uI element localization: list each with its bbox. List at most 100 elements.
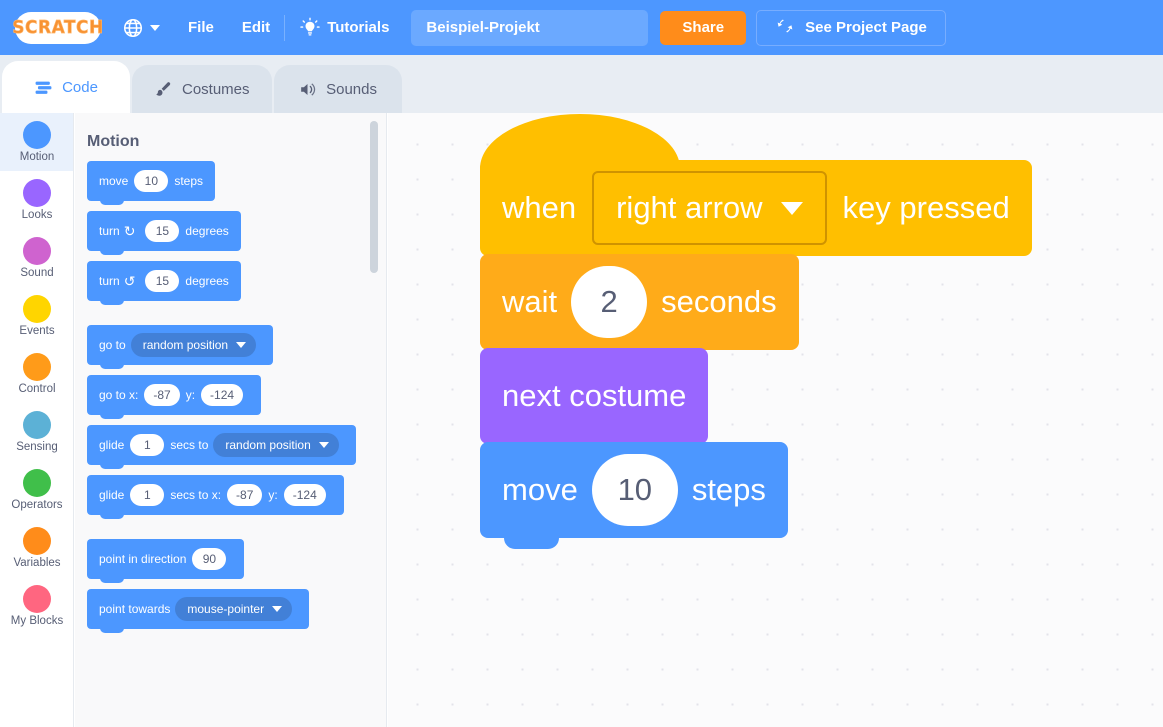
- dropdown-input[interactable]: random position: [130, 333, 257, 357]
- tab-code[interactable]: Code: [2, 61, 130, 113]
- category-item-looks[interactable]: Looks: [0, 171, 73, 229]
- number-input[interactable]: 15: [145, 220, 180, 242]
- key-dropdown[interactable]: right arrow: [592, 171, 827, 245]
- point-in-direction-block[interactable]: point in direction 90: [87, 539, 245, 583]
- palette-block-list: move 10 steps turn ↻ 15 degrees turn ↺ 15 degrees g…: [75, 161, 386, 639]
- when-suffix-label: key pressed: [842, 190, 1010, 225]
- number-input[interactable]: -124: [201, 384, 244, 406]
- tab-code-label: Code: [62, 78, 98, 96]
- category-item-motion[interactable]: Motion: [0, 113, 73, 171]
- rotate-icon: [775, 16, 795, 40]
- category-color-icon: [23, 468, 51, 497]
- move-steps-block[interactable]: move 10 steps: [87, 161, 216, 205]
- point-towards-block[interactable]: point towards mouse-pointer: [87, 589, 310, 633]
- block-palette[interactable]: Motion move 10 steps turn ↻ 15 degrees turn ↺ 15 d…: [75, 113, 387, 727]
- code-canvas[interactable]: when right arrow key pressed wait 2 seco…: [388, 113, 1163, 727]
- go-to-block[interactable]: go to random position: [87, 325, 274, 369]
- category-label: Sensing: [16, 440, 58, 453]
- category-item-sensing[interactable]: Sensing: [0, 403, 73, 461]
- chevron-down-icon: [150, 24, 160, 31]
- block-label: turn: [99, 224, 120, 238]
- code-blocks-icon: [34, 78, 53, 97]
- glide-to-block[interactable]: glide 1 secs to random position: [87, 425, 356, 469]
- file-menu[interactable]: File: [174, 0, 228, 55]
- tab-sounds-label: Sounds: [326, 80, 377, 98]
- category-color-icon: [23, 584, 51, 613]
- when-key-pressed-body: when right arrow key pressed: [480, 160, 1032, 267]
- tab-costumes-label: Costumes: [182, 80, 250, 98]
- turn-right-block[interactable]: turn ↻ 15 degrees: [87, 211, 241, 255]
- category-item-operators[interactable]: Operators: [0, 461, 73, 519]
- move-prefix-label: move: [502, 472, 578, 507]
- dropdown-input[interactable]: random position: [213, 433, 339, 457]
- number-input[interactable]: 90: [192, 548, 227, 570]
- category-color-icon: [23, 236, 51, 265]
- category-item-control[interactable]: Control: [0, 345, 73, 403]
- block-label: point in direction: [99, 552, 187, 566]
- wait-value-input[interactable]: 2: [571, 266, 648, 338]
- dropdown-input[interactable]: mouse-pointer: [175, 597, 293, 621]
- language-menu[interactable]: [108, 0, 174, 55]
- palette-scrollbar[interactable]: [370, 121, 378, 719]
- script-stack[interactable]: when right arrow key pressed wait 2 seco…: [480, 114, 1032, 549]
- next-costume-block[interactable]: next costume: [480, 348, 1032, 455]
- number-input[interactable]: -87: [227, 484, 263, 506]
- number-input[interactable]: -87: [144, 384, 180, 406]
- wait-prefix-label: wait: [502, 284, 558, 319]
- chevron-down-icon: [272, 606, 283, 612]
- number-input[interactable]: 15: [145, 270, 180, 292]
- category-label: Sound: [20, 266, 54, 279]
- palette-heading: Motion: [87, 133, 140, 150]
- category-label: My Blocks: [10, 614, 64, 627]
- category-color-icon: [23, 352, 51, 381]
- category-item-my-blocks[interactable]: My Blocks: [0, 577, 73, 635]
- glide-to-xy-block[interactable]: glide 1 secs to x: -87 y: -124: [87, 475, 344, 519]
- wait-seconds-block[interactable]: wait 2 seconds: [480, 254, 1032, 361]
- block-label: steps: [174, 174, 204, 188]
- tab-costumes[interactable]: Costumes: [132, 65, 272, 113]
- tutorials-menu[interactable]: Tutorials: [285, 0, 403, 55]
- move-value-input[interactable]: 10: [591, 454, 678, 526]
- logo-text: SCRATCH: [12, 17, 104, 39]
- scratch-logo[interactable]: SCRATCH: [8, 9, 108, 47]
- turn-left-block[interactable]: turn ↺ 15 degrees: [87, 261, 241, 305]
- category-color-icon: [23, 294, 51, 323]
- edit-menu[interactable]: Edit: [228, 0, 284, 55]
- move-steps-body: move 10 steps: [480, 442, 788, 549]
- category-item-variables[interactable]: Variables: [0, 519, 73, 577]
- see-project-page-button[interactable]: See Project Page: [756, 9, 946, 46]
- category-color-icon: [23, 410, 51, 439]
- block-label: go to: [99, 338, 126, 352]
- block-label: go to x:: [99, 388, 139, 402]
- category-label: Control: [18, 382, 56, 395]
- category-item-sound[interactable]: Sound: [0, 229, 73, 287]
- block-label: degrees: [185, 224, 229, 238]
- block-label: y:: [268, 488, 278, 502]
- number-input[interactable]: 10: [134, 170, 169, 192]
- chevron-down-icon: [236, 342, 247, 348]
- go-to-xy-block[interactable]: go to x: -87 y: -124: [87, 375, 262, 419]
- globe-icon: [122, 17, 144, 39]
- share-button[interactable]: Share: [660, 10, 747, 45]
- category-item-events[interactable]: Events: [0, 287, 73, 345]
- number-input[interactable]: 1: [130, 434, 165, 456]
- category-color-icon: [23, 178, 51, 207]
- move-steps-block[interactable]: move 10 steps: [480, 442, 1032, 549]
- category-list: Motion Looks Sound Events Control Sensing Oper…: [0, 113, 74, 727]
- number-input[interactable]: 1: [130, 484, 165, 506]
- wait-seconds-body: wait 2 seconds: [480, 254, 799, 361]
- project-name-input[interactable]: [411, 9, 649, 46]
- category-color-icon: [23, 526, 51, 555]
- tab-sounds[interactable]: Sounds: [273, 65, 402, 113]
- block-label: glide: [99, 488, 125, 502]
- block-label: point towards: [99, 602, 171, 616]
- when-key-pressed-block[interactable]: when right arrow key pressed: [480, 114, 1032, 267]
- next-costume-label: next costume: [502, 378, 687, 413]
- dropdown-value: mouse-pointer: [187, 602, 265, 616]
- number-input[interactable]: -124: [283, 484, 326, 506]
- block-label: glide: [99, 438, 125, 452]
- paintbrush-icon: [154, 80, 173, 99]
- palette-scrollbar-thumb[interactable]: [370, 121, 378, 273]
- turn-counterclockwise-icon: ↺: [123, 272, 136, 289]
- dropdown-value: random position: [142, 338, 229, 352]
